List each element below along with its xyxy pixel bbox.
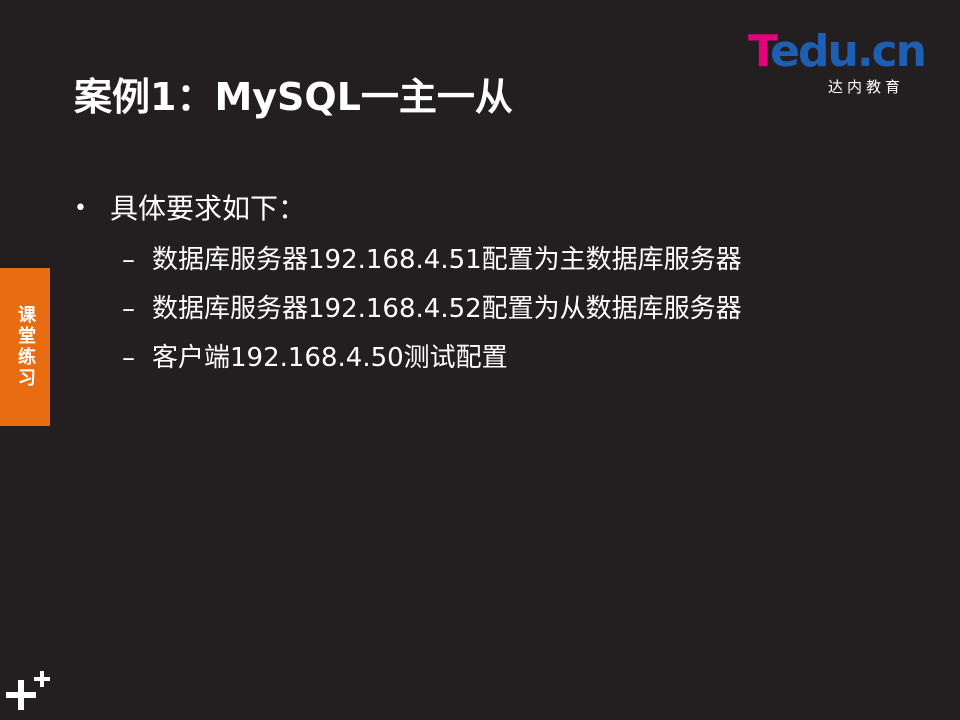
sub-item-dash: – <box>122 245 135 275</box>
sub-item: – 数据库服务器192.168.4.52配置为从数据库服务器 <box>74 285 894 334</box>
sub-item-text: 客户端192.168.4.50测试配置 <box>152 343 508 373</box>
sub-item-text: 数据库服务器192.168.4.51配置为主数据库服务器 <box>152 245 742 275</box>
bullet-text: 具体要求如下： <box>110 192 307 225</box>
sub-list: – 数据库服务器192.168.4.51配置为主数据库服务器 – 数据库服务器1… <box>74 236 894 383</box>
side-tab-label: 课堂练习 <box>15 305 36 389</box>
logo-wordmark: Tedu.cn <box>748 26 927 77</box>
bullet-item: • 具体要求如下： <box>74 186 894 232</box>
slide-title: 案例1：MySQL一主一从 <box>74 75 513 119</box>
sub-item: – 数据库服务器192.168.4.51配置为主数据库服务器 <box>74 236 894 285</box>
sub-item-dash: – <box>122 343 135 373</box>
bullet-dot: • <box>74 196 87 221</box>
logo-wordmark-rest: edu.cn <box>770 26 927 77</box>
logo-subtitle: 达内教育 <box>828 78 905 96</box>
slide: Tedu.cn 达内教育 案例1：MySQL一主一从 • 具体要求如下： – 数… <box>0 0 960 720</box>
sub-item: – 客户端192.168.4.50测试配置 <box>74 334 894 383</box>
sub-item-text: 数据库服务器192.168.4.52配置为从数据库服务器 <box>152 294 742 324</box>
slide-content: • 具体要求如下： – 数据库服务器192.168.4.51配置为主数据库服务器… <box>74 186 894 383</box>
side-tab: 课堂练习 <box>0 268 50 426</box>
tedu-logo: Tedu.cn 达内教育 <box>748 28 938 98</box>
sub-item-dash: – <box>122 294 135 324</box>
logo-letter-t: T <box>748 26 772 77</box>
plus-icon <box>6 671 50 710</box>
